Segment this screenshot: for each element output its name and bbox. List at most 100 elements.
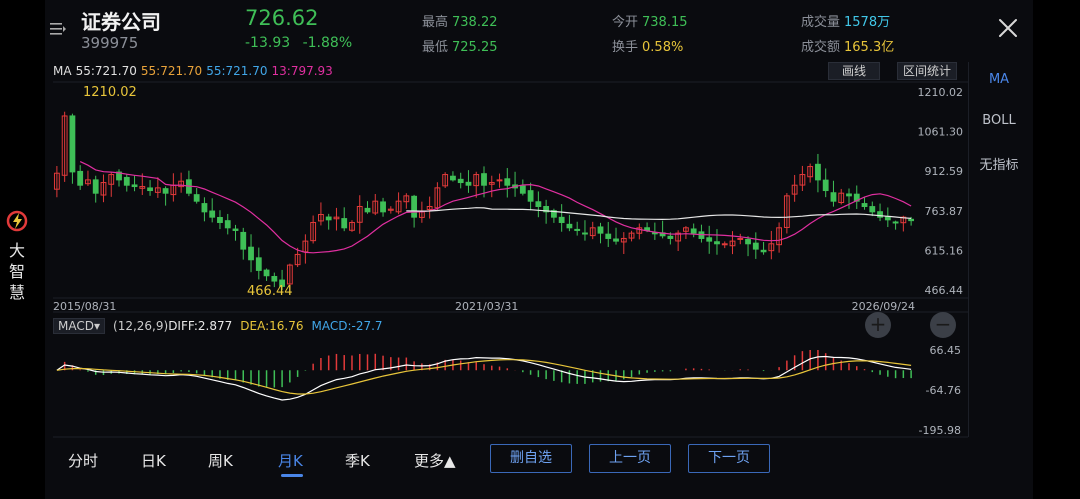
candle-body (558, 216, 565, 223)
indicator-panel: MA BOLL 无指标 (968, 62, 1028, 437)
indicator-none[interactable]: 无指标 (969, 154, 1029, 173)
dropdown-icon: ▾ (93, 319, 101, 333)
prev-page-button[interactable]: 上一页 (589, 444, 671, 473)
candle-body (574, 228, 581, 231)
candle-body (830, 192, 837, 202)
tab-more[interactable]: 更多▲ (414, 450, 456, 471)
candle-body (597, 226, 604, 234)
tab-monthly[interactable]: 月K (278, 450, 303, 471)
candle-body (147, 187, 153, 192)
macd-diff: DIFF:2.877 (168, 319, 233, 333)
candle-body (411, 195, 418, 218)
brand-char: 智 (8, 262, 25, 281)
candle-body (465, 181, 472, 186)
macd-axis-label: -64.76 (926, 384, 961, 397)
candle-body (667, 235, 674, 239)
left-strip: 大 智 慧 (0, 0, 45, 499)
candle-body (822, 179, 829, 192)
candle-body (255, 257, 262, 271)
candle-body (752, 242, 759, 250)
indicator-ma[interactable]: MA (969, 72, 1029, 87)
candle-body (325, 216, 332, 221)
candle-body (131, 184, 138, 188)
candle-body (341, 218, 348, 229)
candle-body (271, 275, 278, 282)
candle-body (745, 238, 751, 245)
indicator-boll[interactable]: BOLL (969, 113, 1029, 128)
tab-daily[interactable]: 日K (141, 450, 166, 471)
price-axis-label: 912.59 (925, 165, 964, 178)
candle-body (263, 269, 270, 277)
candle-body (123, 176, 130, 186)
date-axis-label: 2021/03/31 (455, 300, 518, 313)
candle-body (566, 223, 573, 229)
tab-weekly[interactable]: 周K (208, 450, 233, 471)
candle-body (613, 238, 619, 242)
candle-body (481, 173, 487, 186)
candle-body (737, 237, 744, 240)
macd-diff-line (56, 355, 912, 401)
candle-body (217, 216, 223, 223)
ma55-line (406, 207, 912, 221)
candle-body (535, 201, 542, 208)
candle-body (846, 193, 852, 197)
candle-body (706, 237, 713, 242)
candle-body (714, 241, 720, 245)
date-axis-label: 2015/08/31 (53, 300, 116, 313)
lightning-logo-icon (6, 210, 28, 232)
candle-body (201, 203, 208, 213)
candle-body (861, 203, 868, 208)
macd-value: MACD:-27.7 (311, 319, 383, 333)
close-icon[interactable] (997, 17, 1019, 39)
candle-body (605, 233, 612, 239)
candle-body (69, 115, 76, 173)
next-page-button[interactable]: 下一页 (688, 444, 770, 473)
macd-dea: DEA:16.76 (240, 319, 304, 333)
price-axis-label: 615.16 (925, 244, 964, 257)
candle-body (884, 216, 891, 221)
candle-body (496, 179, 503, 182)
price-axis-label: 1210.02 (918, 86, 964, 99)
candle-body (690, 228, 697, 234)
candle-body (721, 243, 728, 246)
candle-body (162, 188, 169, 194)
zoom-out-button[interactable]: − (930, 312, 956, 338)
brand-char: 大 (8, 241, 25, 260)
tab-quarterly[interactable]: 季K (345, 450, 370, 471)
indicator-select[interactable]: MACD▾ (53, 318, 106, 334)
candle-body (450, 175, 456, 181)
candle-body (209, 210, 216, 218)
macd-axis-label: 66.45 (930, 344, 962, 357)
candle-body (582, 232, 588, 235)
remove-favorite-button[interactable]: 删自选 (490, 444, 572, 473)
candle-body (760, 249, 767, 253)
min-price-annotation: 466.44 (247, 284, 293, 299)
candle-body (380, 201, 386, 213)
candle-body (527, 190, 534, 202)
right-strip (1033, 0, 1080, 499)
candle-body (248, 246, 254, 261)
candle-body (908, 218, 915, 222)
candle-body (364, 207, 371, 213)
candle-body (504, 178, 511, 186)
active-tab-indicator (281, 474, 303, 477)
price-axis-label: 466.44 (925, 284, 964, 297)
candle-body (224, 220, 231, 229)
macd-params: (12,26,9) (113, 319, 169, 333)
candle-body (815, 163, 821, 181)
tab-intraday[interactable]: 分时 (68, 450, 98, 471)
candle-body (232, 228, 239, 231)
candle-body (240, 231, 247, 250)
candle-body (869, 206, 876, 213)
candle-body (457, 178, 464, 184)
macd-legend: MACD▾ (12,26,9)DIFF:2.877 DEA:16.76 MACD:-2… (53, 318, 383, 334)
zoom-in-button[interactable]: + (865, 312, 891, 338)
kline-chart[interactable]: 1210.02 1061.30 912.59 763.87 615.16 466.44 12… (45, 0, 968, 440)
quote-panel: 证券公司 399975 726.62 -13.93 -1.88% 最高 738.2… (45, 0, 1033, 499)
candle-body (193, 194, 200, 202)
indicator-select-label: MACD (58, 319, 94, 333)
candle-body (519, 185, 526, 194)
candle-body (92, 179, 99, 194)
candle-body (651, 232, 658, 235)
brand: 大 智 慧 (3, 210, 31, 303)
